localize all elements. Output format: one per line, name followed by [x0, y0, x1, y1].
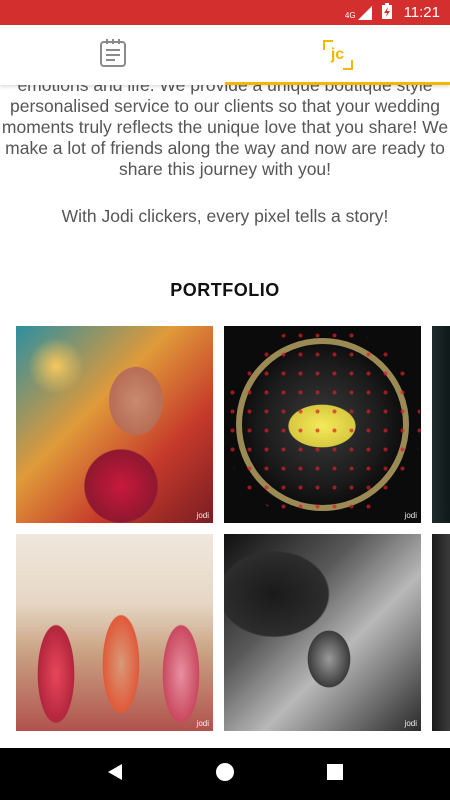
recents-button[interactable] [315, 754, 355, 794]
portfolio-photo-bride-makeup[interactable]: jodi [16, 326, 213, 523]
portfolio-photo-bridesmaids[interactable]: jodi [16, 534, 213, 731]
jc-logo-icon: jc [322, 40, 353, 70]
main-content[interactable]: emotions and life. We provide a unique b… [0, 85, 450, 748]
portfolio-heading: PORTFOLIO [170, 280, 280, 300]
portfolio-photo-partial[interactable] [432, 534, 450, 731]
home-button[interactable] [205, 754, 245, 794]
recents-icon [326, 763, 344, 786]
back-icon [106, 763, 124, 786]
about-text: emotions and life. We provide a unique b… [1, 85, 449, 179]
home-icon [215, 762, 235, 787]
status-bar: 4G 11:21 [0, 0, 450, 25]
portfolio-photo-partial[interactable] [432, 326, 450, 523]
back-button[interactable] [95, 754, 135, 794]
network-type: 4G [344, 10, 356, 20]
portfolio-photo-couple-bw[interactable]: jodi [224, 534, 421, 731]
navigation-bar [0, 748, 450, 800]
battery-charging-icon [381, 3, 392, 22]
watermark: jodi [404, 719, 417, 728]
signal-icon: 4G [344, 5, 372, 20]
watermark: jodi [196, 511, 209, 520]
tab-notes[interactable] [0, 25, 225, 85]
clock: 11:21 [403, 4, 440, 21]
watermark: jodi [404, 511, 417, 520]
portfolio-photo-couple-circle[interactable]: jodi [224, 326, 421, 523]
tab-jc[interactable]: jc [225, 25, 450, 85]
watermark: jodi [196, 719, 209, 728]
tab-bar: jc [0, 25, 450, 85]
notes-icon [99, 38, 127, 73]
tagline: With Jodi clickers, every pixel tells a … [61, 206, 389, 226]
